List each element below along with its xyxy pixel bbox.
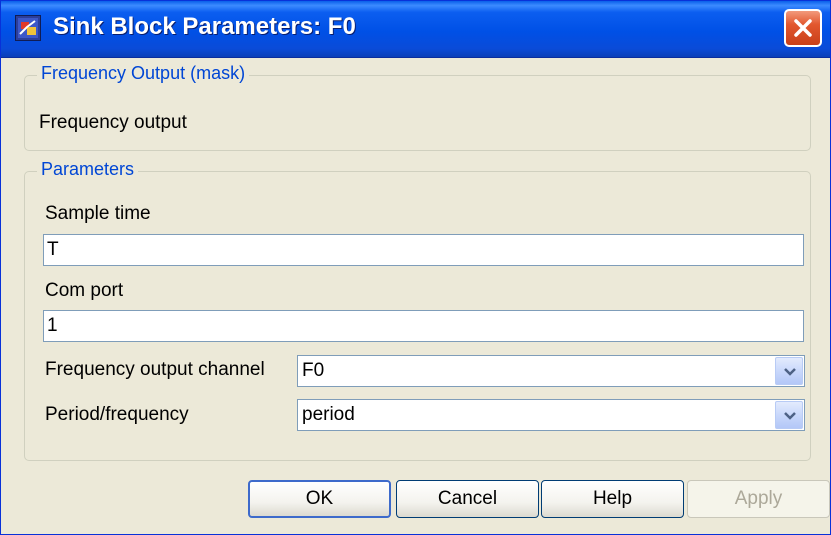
period-frequency-select[interactable]: period — [297, 399, 805, 431]
period-frequency-dropdown-button[interactable] — [775, 401, 803, 429]
close-button[interactable] — [784, 9, 822, 47]
parameters-group: Parameters Sample time T Com port 1 Freq… — [24, 159, 811, 461]
close-icon — [794, 19, 812, 37]
dialog-window: Sink Block Parameters: F0 Frequency Outp… — [0, 0, 831, 535]
sample-time-input[interactable]: T — [43, 234, 804, 266]
mask-group-legend: Frequency Output (mask) — [37, 63, 250, 84]
simulink-block-icon — [15, 15, 41, 41]
mask-description: Frequency output — [39, 112, 187, 133]
com-port-label: Com port — [45, 280, 124, 301]
frequency-output-channel-label: Frequency output channel — [45, 359, 265, 380]
frequency-output-channel-dropdown-button[interactable] — [775, 357, 803, 385]
chevron-down-icon — [784, 412, 796, 420]
frequency-output-channel-select[interactable]: F0 — [297, 355, 805, 387]
apply-button[interactable]: Apply — [687, 480, 830, 518]
window-title: Sink Block Parameters: F0 — [53, 13, 356, 40]
mask-group: Frequency Output (mask) Frequency output — [24, 63, 811, 151]
ok-button[interactable]: OK — [248, 480, 391, 518]
com-port-input[interactable]: 1 — [43, 310, 804, 342]
sample-time-label: Sample time — [45, 203, 151, 224]
help-button[interactable]: Help — [541, 480, 684, 518]
frequency-output-channel-value: F0 — [302, 360, 325, 381]
period-frequency-label: Period/frequency — [45, 404, 189, 425]
parameters-group-legend: Parameters — [37, 159, 139, 180]
title-bar[interactable]: Sink Block Parameters: F0 — [1, 1, 830, 58]
chevron-down-icon — [784, 368, 796, 376]
period-frequency-value: period — [302, 404, 355, 425]
cancel-button[interactable]: Cancel — [396, 480, 539, 518]
